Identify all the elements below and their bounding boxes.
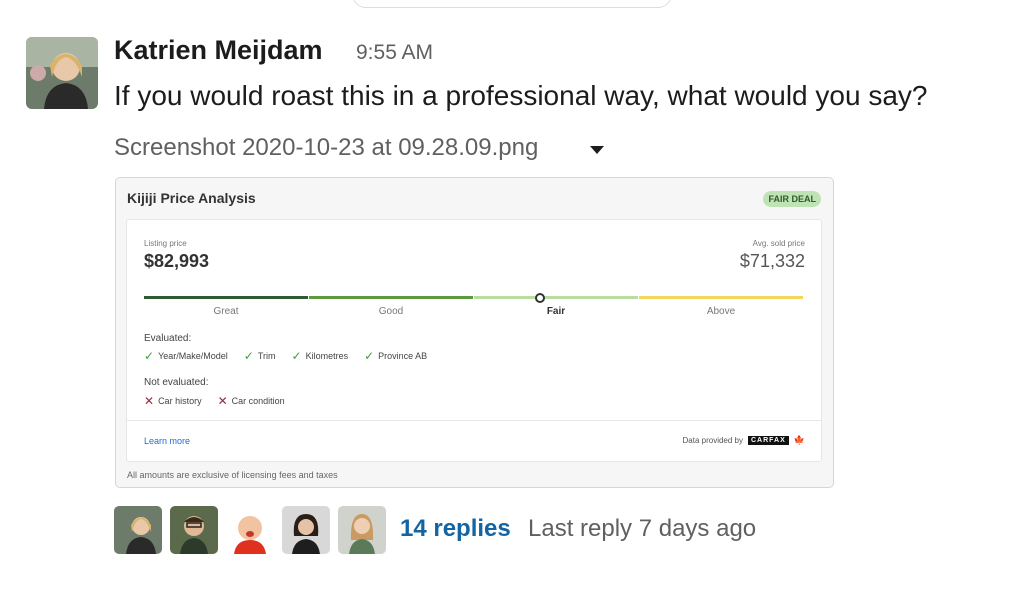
last-reply-text: Last reply 7 days ago: [528, 515, 757, 542]
not-evaluated-list: ✕ Car history ✕ Car condition: [144, 394, 285, 408]
list-item: ✕ Car condition: [217, 394, 285, 408]
card-footnote: All amounts are exclusive of licensing f…: [127, 470, 338, 480]
check-icon: ✓: [291, 349, 302, 363]
x-icon: ✕: [144, 394, 155, 408]
scale-label-great: Great: [213, 306, 239, 317]
evaluated-list: ✓ Year/Make/Model ✓ Trim ✓ Kilometres ✓ Prov…: [144, 349, 428, 363]
scale-label-above: Above: [706, 306, 736, 317]
reply-avatar[interactable]: [114, 506, 162, 554]
check-icon: ✓: [144, 349, 155, 363]
message-text: If you would roast this in a professiona…: [114, 80, 928, 111]
check-icon: ✓: [243, 349, 254, 363]
not-evaluated-heading: Not evaluated:: [144, 377, 209, 388]
list-item: ✓ Province AB: [364, 349, 428, 363]
scale-label-fair: Fair: [546, 306, 566, 317]
scale-segment-fair: [474, 296, 638, 299]
list-item: ✕ Car history: [144, 394, 202, 408]
reply-avatar[interactable]: [226, 506, 274, 554]
new-messages-pill[interactable]: [352, 0, 672, 8]
price-indicator-icon: [535, 293, 545, 303]
x-icon: ✕: [217, 394, 228, 408]
author-avatar[interactable]: [26, 37, 98, 109]
maple-leaf-icon: 🍁: [793, 435, 805, 445]
reply-avatar[interactable]: [170, 506, 218, 554]
check-icon: ✓: [364, 349, 375, 363]
reply-avatar[interactable]: [338, 506, 386, 554]
price-analysis-panel: Listing price $82,993 Avg. sold price $7…: [126, 219, 822, 462]
divider: [127, 420, 821, 421]
avg-sold-label: Avg. sold price: [752, 239, 805, 248]
card-title: Kijiji Price Analysis: [127, 190, 256, 206]
attachment-filename[interactable]: Screenshot 2020-10-23 at 09.28.09.png: [114, 134, 538, 162]
reply-avatar[interactable]: [282, 506, 330, 554]
scale-segment-above: [639, 296, 803, 299]
thread-replies-link[interactable]: 14 replies: [400, 515, 511, 543]
list-item: ✓ Year/Make/Model: [144, 349, 228, 363]
scale-segment-great: [144, 296, 308, 299]
message-author[interactable]: Katrien Meijdam: [114, 35, 323, 66]
attachment-image[interactable]: Kijiji Price Analysis FAIR DEAL Listing …: [115, 177, 834, 488]
listing-price-label: Listing price: [144, 239, 187, 248]
list-item: ✓ Trim: [243, 349, 276, 363]
carfax-logo: CARFAX: [748, 436, 789, 445]
list-item: ✓ Kilometres: [291, 349, 349, 363]
avg-sold-price: $71,332: [739, 251, 805, 271]
listing-price: $82,993: [144, 251, 210, 271]
caret-down-icon[interactable]: [590, 146, 604, 154]
scale-segment-good: [309, 296, 473, 299]
scale-label-good: Good: [378, 306, 404, 317]
fair-deal-badge: FAIR DEAL: [763, 191, 821, 207]
learn-more-link: Learn more: [144, 436, 191, 446]
data-provided-by: Data provided by CARFAX 🍁: [682, 435, 805, 445]
evaluated-heading: Evaluated:: [144, 333, 192, 344]
message-timestamp[interactable]: 9:55 AM: [356, 41, 433, 65]
